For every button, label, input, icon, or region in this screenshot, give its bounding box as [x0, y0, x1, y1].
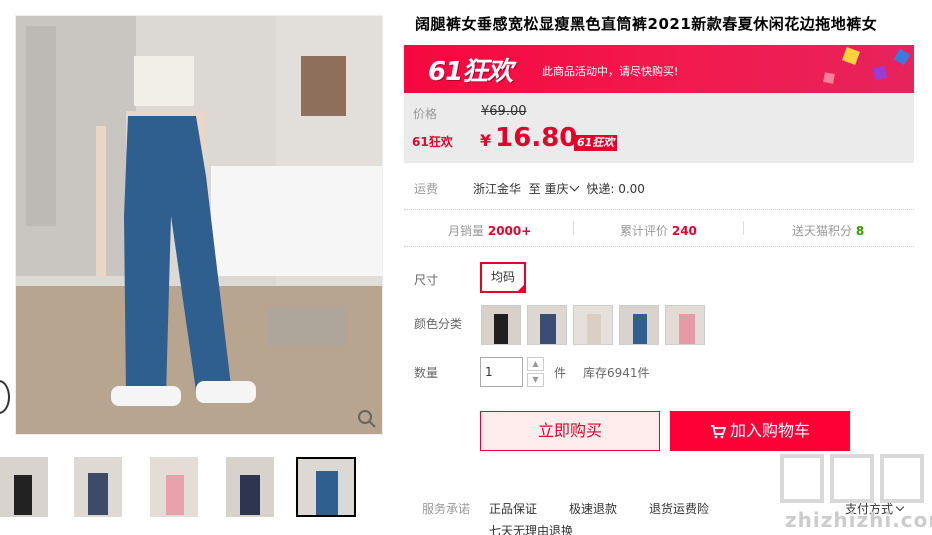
- product-title: 阔腿裤女垂感宽松显瘦黑色直筒裤2021新款春夏休闲花边拖地裤女: [415, 15, 878, 33]
- quantity-unit: 件: [554, 366, 567, 380]
- original-price: ¥69.00: [481, 104, 527, 119]
- review-count-value: 240: [671, 224, 697, 238]
- quantity-input[interactable]: 1: [480, 357, 523, 387]
- stat-divider: [743, 221, 744, 235]
- currency-symbol: ¥: [480, 131, 492, 150]
- size-label: 尺寸: [414, 273, 439, 287]
- cart-icon: [710, 424, 726, 438]
- zoom-icon[interactable]: [356, 408, 378, 430]
- thumbnail-3[interactable]: [150, 457, 198, 517]
- monthly-sales-value: 2000+: [487, 224, 532, 238]
- main-product-image[interactable]: [15, 15, 383, 435]
- thumbnail-4[interactable]: [226, 457, 274, 517]
- add-to-cart-button[interactable]: 加入购物车: [670, 411, 850, 451]
- color-option-1[interactable]: [481, 305, 521, 345]
- promo-price-label: 61狂欢: [412, 135, 453, 149]
- review-count-label: 累计评价: [620, 224, 669, 238]
- thumbnail-1[interactable]: [0, 457, 48, 517]
- shipping-info: 浙江金华 至 重庆 快递: 0.00: [473, 180, 645, 197]
- shipping-origin: 浙江金华: [473, 182, 522, 196]
- color-option-4[interactable]: [619, 305, 659, 345]
- monthly-sales: 月销量 2000+: [448, 222, 531, 239]
- service-item[interactable]: 正品保证: [489, 500, 537, 517]
- promo-price: ¥16.80: [480, 123, 577, 153]
- add-to-cart-label: 加入购物车: [729, 421, 810, 440]
- color-option-3[interactable]: [573, 305, 613, 345]
- stock-count: 库存6941件: [583, 366, 650, 380]
- buy-now-button[interactable]: 立即购买: [480, 411, 660, 451]
- review-count[interactable]: 累计评价 240: [620, 222, 697, 239]
- service-item[interactable]: 退货运费险: [649, 500, 709, 517]
- quantity-decrease-button[interactable]: ▼: [527, 373, 544, 387]
- chevron-down-icon[interactable]: [569, 181, 579, 192]
- prev-image-arrow[interactable]: [0, 380, 10, 414]
- price-box: 价格 ¥69.00 61狂欢 ¥16.80 61狂欢: [404, 93, 914, 163]
- color-label: 颜色分类: [414, 317, 463, 331]
- watermark-text: zhizhizhi.com: [785, 508, 932, 532]
- tmall-points: 送天猫积分 8: [792, 222, 864, 239]
- service-item[interactable]: 极速退款: [569, 500, 617, 517]
- thumbnail-strip: [0, 457, 380, 517]
- promo-decoration: [823, 47, 911, 84]
- price-label: 价格: [413, 107, 438, 121]
- color-option-2[interactable]: [527, 305, 567, 345]
- stat-divider: [573, 221, 574, 235]
- shipping-express: 快递: 0.00: [586, 182, 645, 196]
- promo-price-value: 16.80: [495, 123, 578, 153]
- selected-check-icon: [516, 283, 526, 293]
- thumbnail-5-selected[interactable]: [296, 457, 356, 517]
- tmall-points-label: 送天猫积分: [792, 224, 853, 238]
- size-option-label: 均码: [490, 270, 515, 284]
- shipping-destination[interactable]: 重庆: [545, 182, 569, 196]
- service-label: 服务承诺: [422, 502, 471, 516]
- service-item[interactable]: 七天无理由退换: [489, 522, 573, 535]
- tmall-points-value: 8: [855, 224, 865, 238]
- monthly-sales-label: 月销量: [448, 224, 485, 238]
- promo-banner: 61狂欢 此商品活动中，请尽快购买!: [404, 45, 914, 93]
- shipping-label: 运费: [414, 182, 439, 196]
- color-option-5[interactable]: [665, 305, 705, 345]
- quantity-label: 数量: [414, 366, 439, 380]
- thumbnail-2[interactable]: [74, 457, 122, 517]
- size-option-selected[interactable]: 均码: [480, 262, 526, 293]
- quantity-increase-button[interactable]: ▲: [527, 357, 544, 371]
- promo-badge: 61狂欢: [574, 135, 618, 151]
- shipping-to: 至: [528, 182, 541, 196]
- sales-stats: 月销量 2000+ 累计评价 240 送天猫积分 8: [404, 209, 914, 247]
